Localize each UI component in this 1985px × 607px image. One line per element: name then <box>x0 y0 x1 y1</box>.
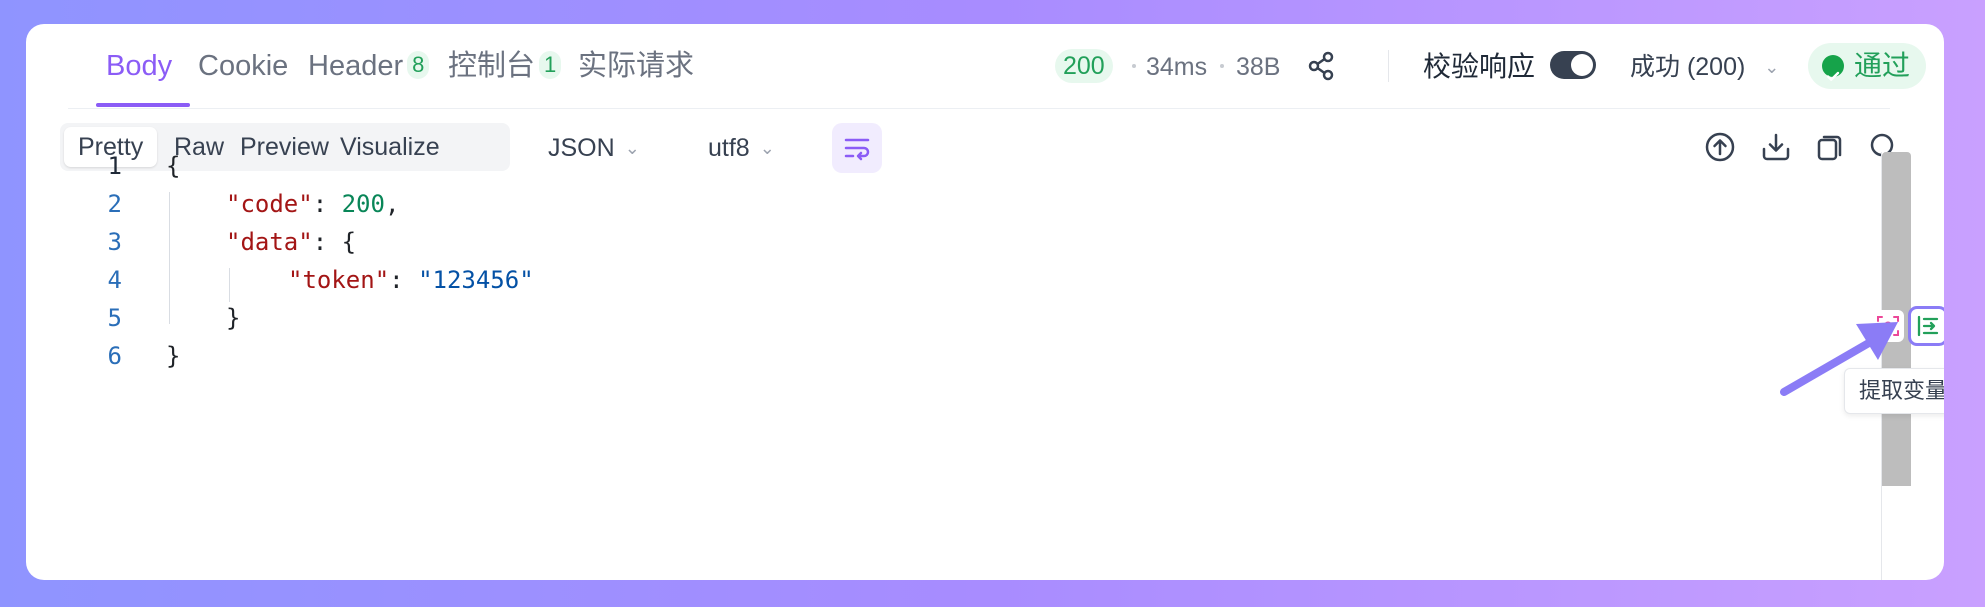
indent-guide <box>229 268 230 302</box>
meta-separator <box>1132 64 1136 68</box>
tab-cookie[interactable]: Cookie <box>198 46 288 86</box>
validate-response-toggle[interactable] <box>1550 51 1596 79</box>
toggle-knob <box>1571 54 1593 76</box>
tab-label: Header <box>308 50 404 82</box>
tab-label: 实际请求 <box>578 50 695 82</box>
tab-label: 控制台 <box>448 50 536 82</box>
json-key: "code" <box>226 190 313 218</box>
extract-variable-button[interactable] <box>1908 306 1944 346</box>
validation-result-badge: 通过 <box>1808 43 1926 89</box>
indent-guide <box>169 192 170 324</box>
response-time: 34ms <box>1146 53 1208 81</box>
code-line: "data": { <box>226 228 357 256</box>
copy-icon[interactable] <box>1812 129 1848 165</box>
encoding-select-value: utf8 <box>708 134 750 162</box>
encoding-select[interactable]: utf8 ⌄ <box>708 128 775 168</box>
line-number: 6 <box>107 342 122 370</box>
line-number: 1 <box>107 152 122 180</box>
word-wrap-button[interactable] <box>832 123 882 173</box>
tab-console[interactable]: 控制台 1 <box>448 46 562 86</box>
status-code-badge: 200 <box>1055 49 1113 83</box>
code-line: } <box>166 342 181 370</box>
download-icon[interactable] <box>1758 129 1794 165</box>
validate-status-value: 成功 (200) <box>1630 53 1746 81</box>
upload-icon[interactable] <box>1702 129 1738 165</box>
meta-separator <box>1220 64 1224 68</box>
response-panel: Body Cookie Header 8 控制台 1 实际请求 200 34ms 3… <box>26 24 1944 580</box>
view-mode-switch: Pretty Raw Preview Visualize <box>60 123 510 171</box>
extract-variable-icon <box>1917 315 1939 337</box>
toolbar-divider <box>1388 50 1389 82</box>
response-size: 38B <box>1236 53 1281 81</box>
check-circle-icon <box>1822 55 1844 81</box>
line-number: 3 <box>107 228 122 256</box>
json-key: "data" <box>226 228 313 256</box>
code-line: { <box>166 152 181 180</box>
tab-header[interactable]: Header 8 <box>308 46 430 86</box>
json-key: "token" <box>288 266 390 294</box>
tab-body[interactable]: Body <box>106 46 172 86</box>
validate-response-label: 校验响应 <box>1423 51 1536 82</box>
wrap-lines-icon <box>844 138 870 161</box>
share-icon[interactable] <box>1304 48 1340 84</box>
format-select-value: JSON <box>548 134 615 162</box>
tab-label: Cookie <box>198 50 289 82</box>
line-number: 2 <box>107 190 122 218</box>
json-string-value: "123456" <box>418 266 534 294</box>
line-number: 5 <box>107 304 122 332</box>
response-tabs: Body Cookie Header 8 控制台 1 实际请求 200 34ms 3… <box>68 24 1926 109</box>
tab-label: Body <box>106 50 173 82</box>
code-line: "token": "123456" <box>288 266 534 294</box>
view-mode-visualize[interactable]: Visualize <box>326 127 454 167</box>
chevron-down-icon: ⌄ <box>759 138 775 158</box>
tab-count-badge: 1 <box>539 51 562 79</box>
line-number: 4 <box>107 266 122 294</box>
format-select[interactable]: JSON ⌄ <box>548 128 640 168</box>
active-tab-indicator <box>96 103 190 107</box>
tab-count-badge: 8 <box>407 51 430 79</box>
code-line: } <box>226 304 241 332</box>
chevron-down-icon: ⌄ <box>1764 57 1780 77</box>
tab-actual-request[interactable]: 实际请求 <box>578 46 694 86</box>
chevron-down-icon: ⌄ <box>624 138 640 158</box>
json-number-value: 200 <box>341 190 385 218</box>
code-line: "code": 200, <box>226 190 400 218</box>
validate-status-select[interactable]: 成功 (200) ⌄ <box>1630 50 1779 84</box>
validation-result-text: 通过 <box>1854 50 1911 81</box>
pointer-arrow-icon <box>1780 322 1898 396</box>
